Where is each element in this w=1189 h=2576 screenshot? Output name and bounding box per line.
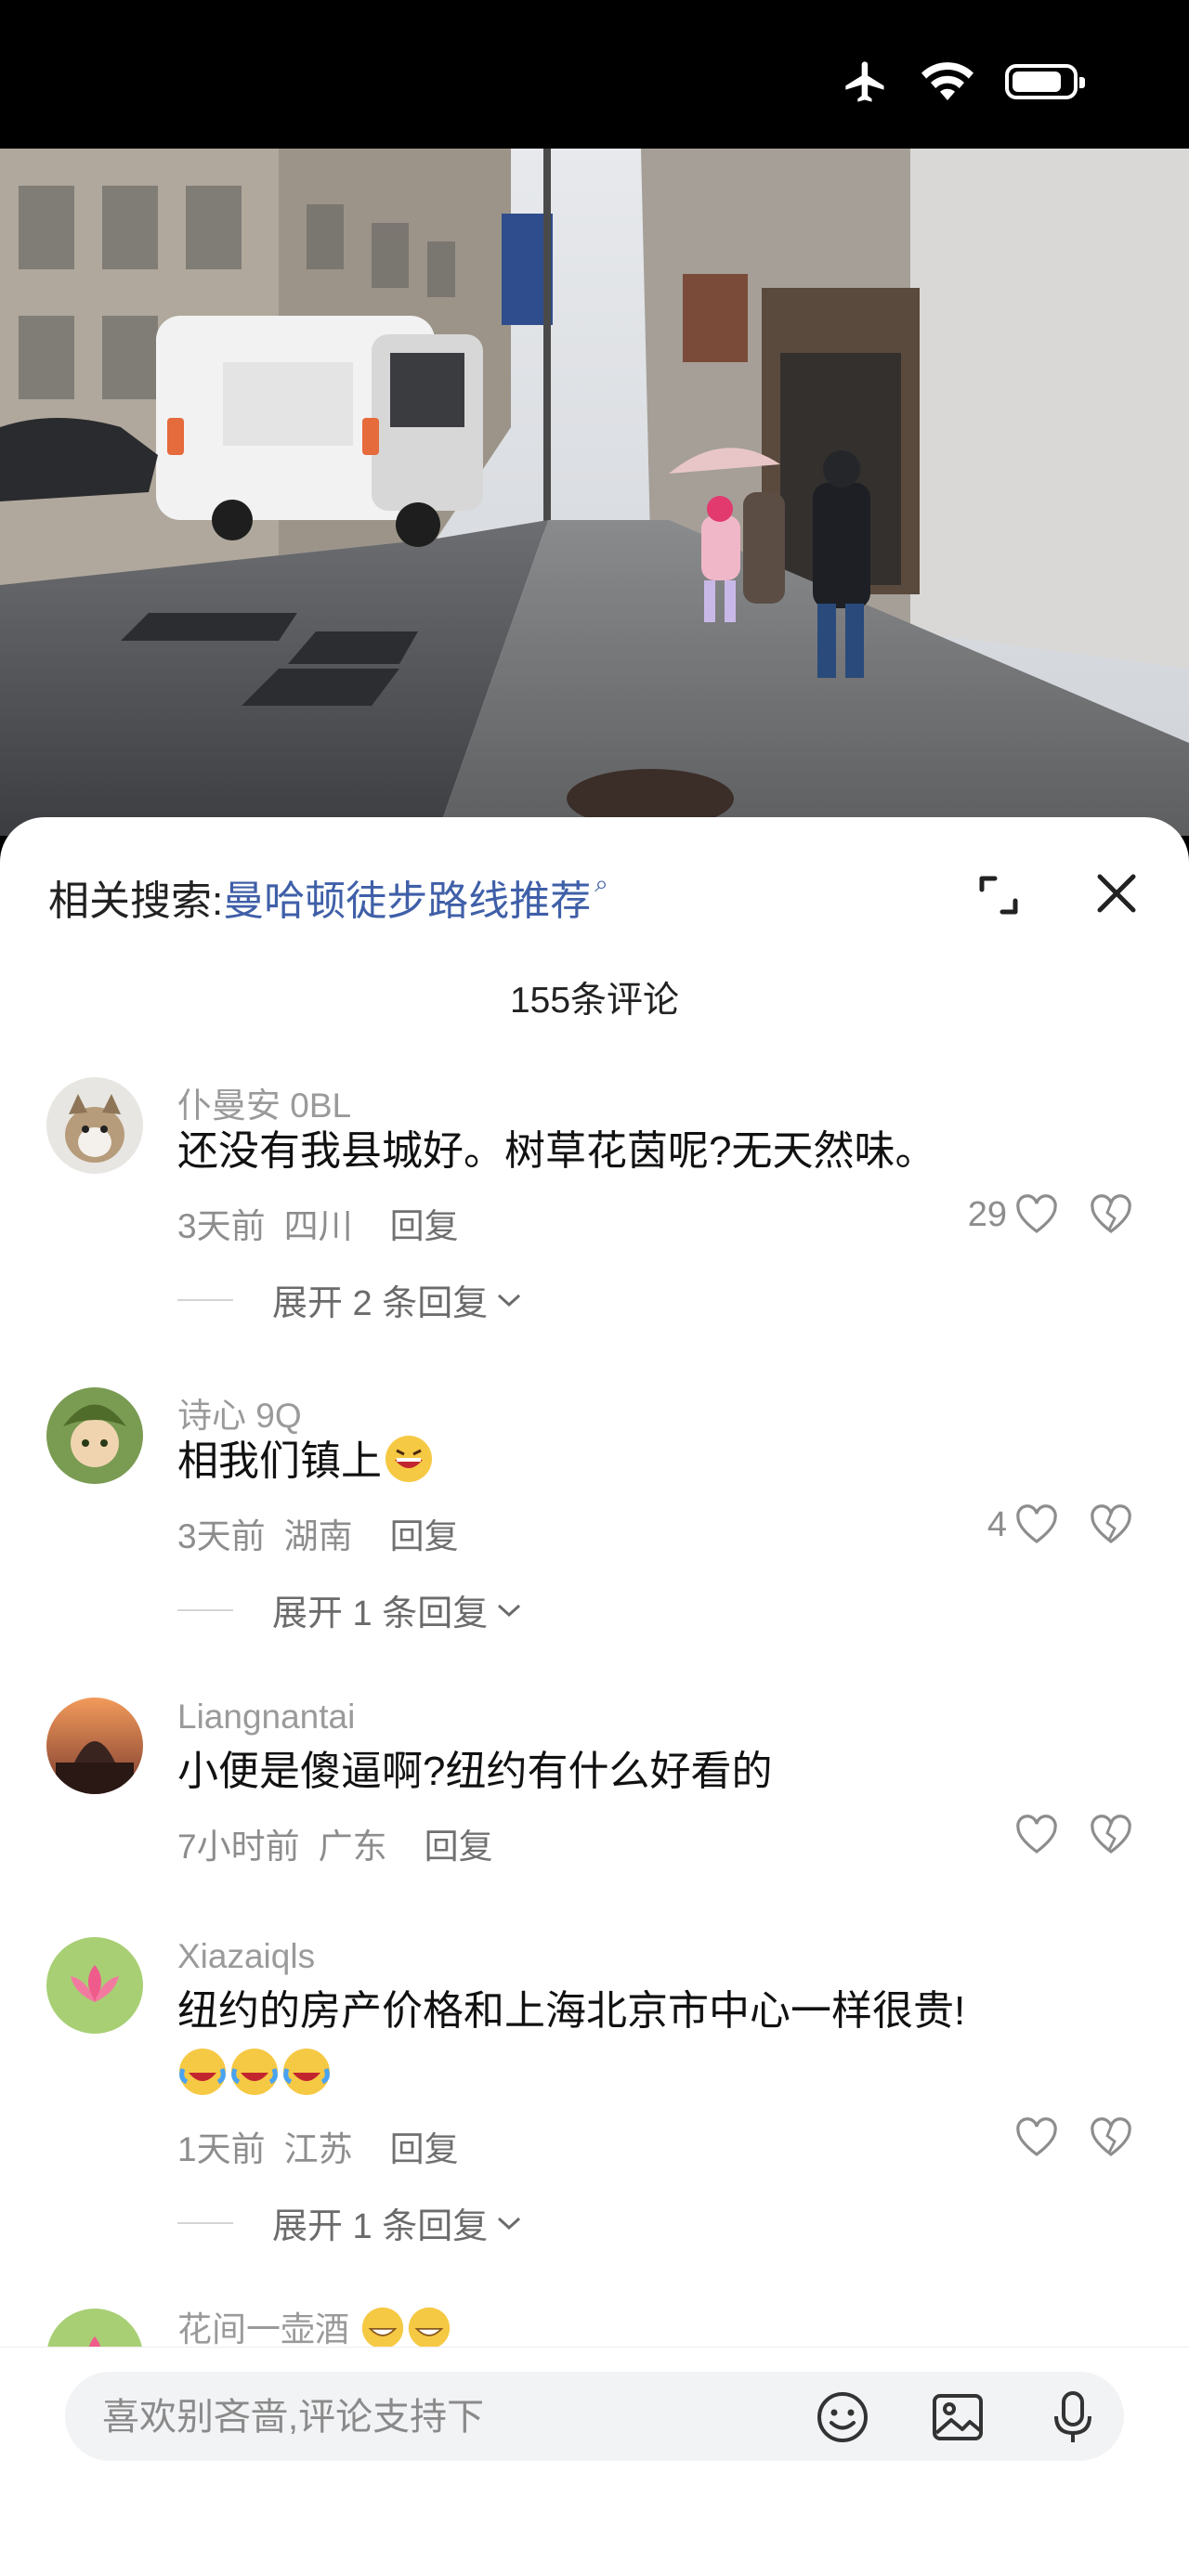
comment-location: 江苏 (283, 2130, 353, 2168)
like-count: 4 (986, 1504, 1007, 1544)
dislike-icon[interactable] (1089, 1504, 1133, 1545)
like-button[interactable] (1014, 2117, 1059, 2158)
grinning-emoji-icon (409, 2307, 451, 2349)
comment-meta: 3天前 湖南 回复 (177, 1508, 477, 1558)
like-button[interactable]: 4 (987, 1504, 1059, 1545)
comment-text-content: 纽约的房产价格和上海北京市中心一样很贵! (177, 1988, 966, 2034)
comment-username[interactable]: 花间一壶酒 (177, 2301, 451, 2351)
like-count: 29 (967, 1194, 1007, 1234)
emoji-icon[interactable] (814, 2388, 871, 2446)
status-bar (0, 0, 1189, 149)
reply-button[interactable]: 回复 (390, 2130, 459, 2168)
expand-fullscreen-icon[interactable] (971, 867, 1026, 923)
heart-icon (1016, 2117, 1057, 2157)
heart-icon (1016, 1504, 1057, 1544)
chevron-down-icon (498, 2217, 521, 2230)
chevron-down-icon (498, 1294, 521, 1307)
comment-username[interactable]: Liangnantai (177, 1698, 355, 1737)
video-player[interactable] (0, 149, 1189, 836)
expand-replies-label: 展开 2 条回复 (272, 1284, 489, 1323)
grinning-emoji-icon (385, 1436, 432, 1482)
comment-text: 小便是傻逼啊?纽约有什么好看的 (177, 1749, 773, 1794)
street-scene-image (0, 149, 1189, 836)
like-button[interactable] (1014, 1815, 1059, 1855)
related-search-query[interactable]: 曼哈顿徒步路线推荐 (223, 867, 591, 927)
comment-text-content: 相我们镇上 (177, 1438, 382, 1484)
comment-text: 相我们镇上 (177, 1430, 1125, 1493)
divider-line (177, 1298, 233, 1301)
comment-input-bar (0, 2347, 1189, 2576)
microphone-icon[interactable] (1044, 2388, 1102, 2446)
divider-line (177, 2221, 233, 2224)
reply-button[interactable]: 回复 (425, 1828, 493, 1866)
comment-location: 湖南 (283, 1517, 353, 1555)
expand-replies-button[interactable]: 展开 1 条回复 (177, 2197, 525, 2248)
comment-time: 3天前 (177, 1517, 266, 1555)
status-icons (842, 58, 1085, 106)
dislike-icon[interactable] (1089, 2117, 1133, 2158)
expand-replies-button[interactable]: 展开 2 条回复 (177, 1274, 525, 1325)
laughing-tears-emoji-icon (283, 2049, 330, 2095)
expand-replies-label: 展开 1 条回复 (272, 2207, 489, 2246)
wifi-icon (921, 62, 973, 100)
heart-icon (1016, 1194, 1057, 1234)
battery-icon (1005, 64, 1085, 99)
heart-icon (1016, 1815, 1057, 1854)
related-search-label: 相关搜索: (48, 878, 224, 924)
avatar[interactable] (46, 1077, 143, 1174)
comment-location: 广东 (318, 1828, 387, 1866)
comments-count: 155条评论 (509, 981, 680, 1021)
comment-meta: 7小时前 广东 回复 (177, 1818, 512, 1868)
reply-button[interactable]: 回复 (390, 1207, 459, 1245)
comment-input-pill (65, 2372, 1124, 2463)
comment-username[interactable]: Xiazaiqls (177, 1937, 315, 1976)
laughing-tears-emoji-icon (179, 2049, 226, 2095)
comment-meta: 3天前 四川 回复 (177, 1198, 477, 1248)
comment-username-text: 花间一壶酒 (177, 2310, 349, 2348)
comment-input[interactable] (100, 2372, 773, 2463)
laughing-tears-emoji-icon (231, 2049, 278, 2095)
dislike-icon[interactable] (1089, 1194, 1133, 1235)
grinning-emoji-icon (362, 2307, 404, 2349)
dislike-icon[interactable] (1089, 1815, 1133, 1855)
comment-sheet: 相关搜索: 曼哈顿徒步路线推荐 ⌕ 155条评论 仆曼安 0BL 还没有我县城好… (0, 817, 1189, 2576)
chevron-down-icon (498, 1604, 521, 1617)
comment-location: 四川 (283, 1207, 353, 1245)
airplane-mode-icon (845, 61, 884, 102)
avatar[interactable] (46, 1937, 143, 2034)
close-icon[interactable] (1089, 865, 1144, 921)
comment-meta: 1天前 江苏 回复 (177, 2121, 477, 2171)
comment-time: 3天前 (177, 1207, 266, 1245)
comment-text: 还没有我县城好。树草花茵呢?无天然味。 (177, 1128, 936, 1174)
related-search[interactable]: 相关搜索: 曼哈顿徒步路线推荐 ⌕ (48, 867, 608, 927)
comment-text: 纽约的房产价格和上海北京市中心一样很贵! (177, 1980, 1125, 2106)
comment-time: 7小时前 (177, 1828, 300, 1866)
expand-replies-button[interactable]: 展开 1 条回复 (177, 1584, 525, 1635)
avatar[interactable] (46, 1698, 143, 1794)
comment-time: 1天前 (177, 2130, 266, 2168)
avatar[interactable] (46, 1387, 143, 1484)
divider-line (177, 1608, 233, 1611)
reply-button[interactable]: 回复 (390, 1517, 459, 1555)
image-icon[interactable] (929, 2388, 986, 2446)
expand-replies-label: 展开 1 条回复 (272, 1594, 489, 1633)
search-icon: ⌕ (594, 869, 608, 897)
like-button[interactable]: 29 (968, 1194, 1059, 1235)
